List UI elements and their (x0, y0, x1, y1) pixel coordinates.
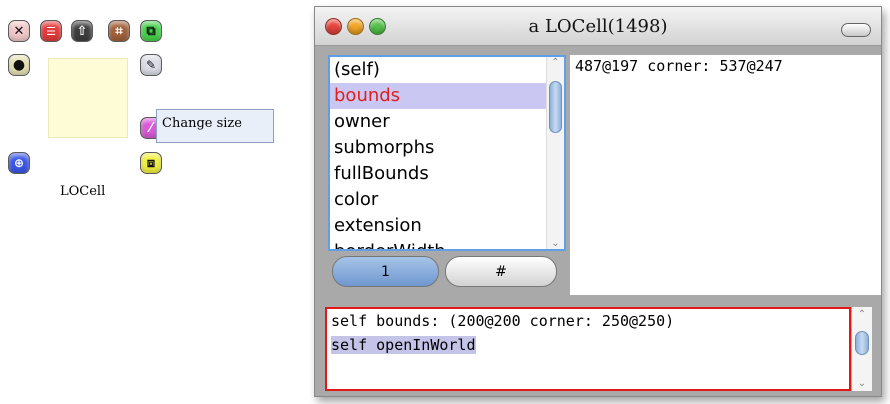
close-icon[interactable]: ✕ (8, 20, 30, 42)
list-item[interactable]: color (330, 187, 564, 213)
resize-icon[interactable]: ⧈ (140, 152, 162, 174)
inspector-window: a LOCell(1498) (self) bounds owner submo… (314, 6, 882, 397)
list-item[interactable]: owner (330, 109, 564, 135)
list-item-selected[interactable]: bounds (330, 83, 564, 109)
scroll-up-arrow[interactable]: ⌃ (852, 309, 872, 320)
eval-line-2: self openInWorld (327, 333, 849, 357)
tab-hash-button[interactable]: # (445, 256, 557, 287)
field-list-scrollbar[interactable]: ⌃ ⌄ (546, 57, 564, 249)
scroll-down-arrow[interactable]: ⌄ (852, 378, 872, 389)
rotate-icon[interactable]: ⊕ (8, 152, 30, 174)
scroll-thumb[interactable] (549, 81, 562, 133)
evaluation-pane[interactable]: self bounds: (200@200 corner: 250@250) s… (325, 307, 851, 391)
evaluation-scrollbar[interactable]: ⌃ ⌄ (852, 307, 872, 391)
list-item[interactable]: submorphs (330, 135, 564, 161)
duplicate-icon[interactable]: ⧉ (140, 20, 162, 42)
collapse-button[interactable] (841, 23, 871, 37)
list-item[interactable]: extension (330, 213, 564, 239)
tooltip: Change size (156, 109, 274, 143)
list-item[interactable]: fullBounds (330, 161, 564, 187)
eval-line-2-selected-text: self openInWorld (331, 336, 476, 354)
list-item[interactable]: (self) (330, 57, 564, 83)
move-icon[interactable]: ⌗ (108, 20, 130, 42)
morph-body[interactable] (48, 58, 128, 138)
field-list[interactable]: (self) bounds owner submorphs fullBounds… (328, 55, 566, 251)
tab-1-button[interactable]: 1 (332, 256, 439, 287)
pick-up-icon[interactable]: ⇧ (71, 20, 93, 42)
menu-icon[interactable]: ☰ (40, 20, 62, 42)
scroll-up-arrow[interactable]: ⌃ (547, 57, 564, 68)
window-title: a LOCell(1498) (528, 16, 668, 37)
list-item[interactable]: borderWidth (330, 239, 564, 249)
debug-icon[interactable]: ● (8, 54, 30, 76)
morph-name-label: LOCell (60, 184, 106, 199)
value-pane[interactable]: 487@197 corner: 537@247 (570, 55, 881, 295)
wrench-icon[interactable]: ✎ (140, 54, 162, 76)
scroll-down-arrow[interactable]: ⌄ (547, 238, 564, 249)
scroll-thumb[interactable] (855, 331, 869, 355)
eval-line-1: self bounds: (200@200 corner: 250@250) (331, 312, 675, 330)
title-bar[interactable]: a LOCell(1498) (315, 7, 881, 46)
